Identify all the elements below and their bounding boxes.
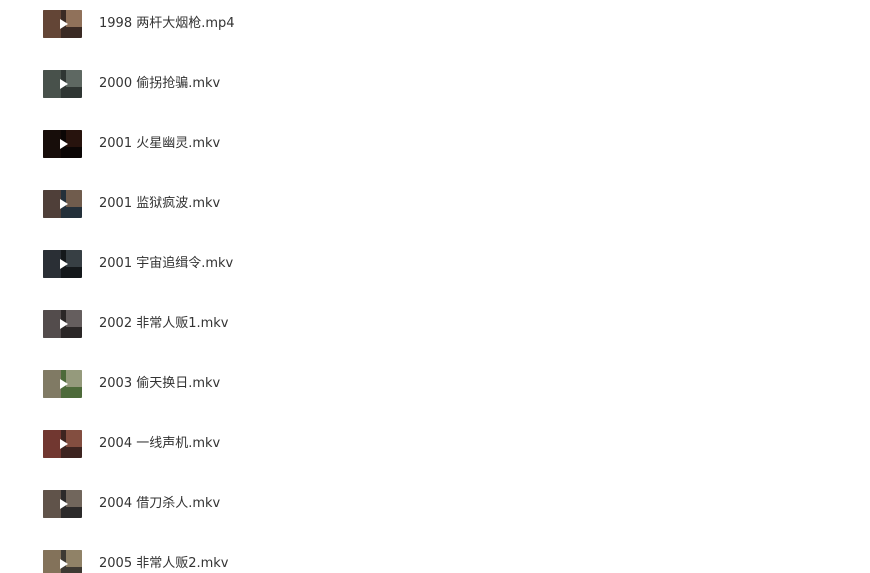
video-thumbnail[interactable]: [43, 310, 82, 338]
file-name[interactable]: 2001 监狱疯波.mkv: [99, 195, 220, 213]
video-thumbnail[interactable]: [43, 370, 82, 398]
video-thumbnail[interactable]: [43, 190, 82, 218]
play-icon: [59, 259, 68, 269]
thumbnail-scene: [43, 130, 61, 158]
file-name[interactable]: 2001 火星幽灵.mkv: [99, 135, 220, 153]
video-thumbnail[interactable]: [43, 550, 82, 573]
play-icon: [59, 79, 68, 89]
file-name[interactable]: 2001 宇宙追缉令.mkv: [99, 255, 233, 273]
thumbnail-scene: [43, 250, 61, 278]
play-icon: [59, 559, 68, 569]
file-name[interactable]: 2004 一线声机.mkv: [99, 435, 220, 453]
video-thumbnail[interactable]: [43, 490, 82, 518]
play-icon: [59, 439, 68, 449]
thumbnail-scene: [43, 70, 61, 98]
file-name[interactable]: 2003 偷天换日.mkv: [99, 375, 220, 393]
thumbnail-scene: [43, 430, 61, 458]
file-name[interactable]: 2000 偷拐抢骗.mkv: [99, 75, 220, 93]
thumbnail-scene: [66, 190, 82, 207]
thumbnail-scene: [66, 370, 82, 387]
thumbnail-scene: [66, 250, 82, 267]
play-icon: [59, 319, 68, 329]
file-name[interactable]: 2004 借刀杀人.mkv: [99, 495, 220, 513]
play-icon: [59, 199, 68, 209]
thumbnail-scene: [43, 490, 61, 518]
video-thumbnail[interactable]: [43, 10, 82, 38]
thumbnail-scene: [66, 550, 82, 567]
play-icon: [59, 139, 68, 149]
video-thumbnail[interactable]: [43, 430, 82, 458]
thumbnail-scene: [43, 10, 61, 38]
file-row[interactable]: 2003 偷天换日.mkv: [0, 362, 400, 402]
file-row[interactable]: 2001 监狱疯波.mkv: [0, 182, 400, 222]
thumbnail-scene: [66, 490, 82, 507]
file-row[interactable]: 2004 借刀杀人.mkv: [0, 482, 400, 522]
file-row[interactable]: 2002 非常人贩1.mkv: [0, 302, 400, 342]
thumbnail-scene: [66, 70, 82, 87]
file-row[interactable]: 2001 火星幽灵.mkv: [0, 122, 400, 162]
file-row[interactable]: 2004 一线声机.mkv: [0, 422, 400, 462]
file-name[interactable]: 2005 非常人贩2.mkv: [99, 555, 229, 573]
file-row[interactable]: 2000 偷拐抢骗.mkv: [0, 62, 400, 102]
play-icon: [59, 19, 68, 29]
file-row[interactable]: 2001 宇宙追缉令.mkv: [0, 242, 400, 282]
thumbnail-scene: [43, 190, 61, 218]
thumbnail-scene: [66, 130, 82, 147]
play-icon: [59, 379, 68, 389]
thumbnail-scene: [43, 310, 61, 338]
video-thumbnail[interactable]: [43, 70, 82, 98]
video-thumbnail[interactable]: [43, 250, 82, 278]
file-name[interactable]: 2002 非常人贩1.mkv: [99, 315, 229, 333]
thumbnail-scene: [66, 10, 82, 27]
play-icon: [59, 499, 68, 509]
thumbnail-scene: [66, 310, 82, 327]
thumbnail-scene: [43, 550, 61, 573]
video-thumbnail[interactable]: [43, 130, 82, 158]
file-name[interactable]: 1998 两杆大烟枪.mp4: [99, 15, 235, 33]
thumbnail-scene: [66, 430, 82, 447]
file-row[interactable]: 1998 两杆大烟枪.mp4: [0, 2, 400, 42]
file-list: 1998 两杆大烟枪.mp4 2000 偷拐抢骗.mkv 2001 火星幽灵.m…: [0, 0, 870, 573]
file-row[interactable]: 2005 非常人贩2.mkv: [0, 542, 400, 573]
thumbnail-scene: [43, 370, 61, 398]
